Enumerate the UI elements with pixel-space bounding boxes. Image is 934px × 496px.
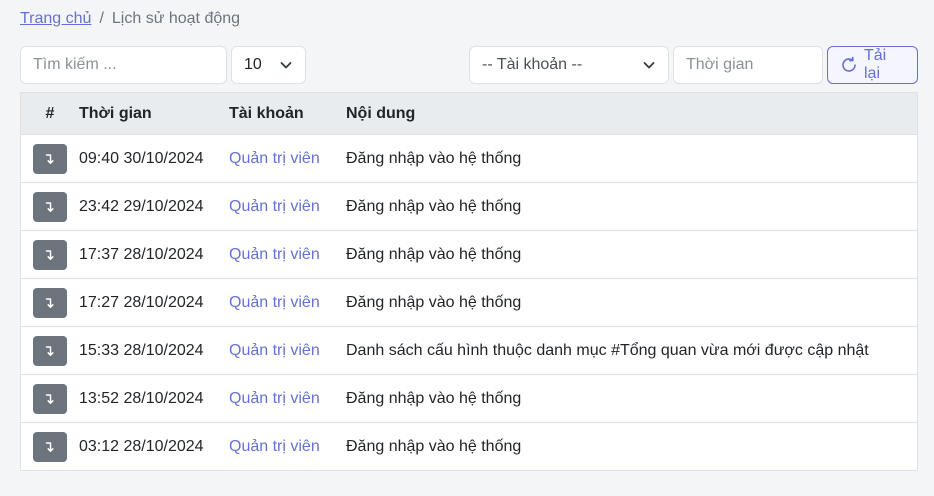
search-input[interactable]: Tìm kiếm ... [20,46,227,84]
activity-history-page: Trang chủ / Lịch sử hoạt động Tìm kiếm .… [0,0,934,496]
breadcrumb-home-link[interactable]: Trang chủ [20,10,91,28]
account-select[interactable]: -- Tài khoản -- [469,46,669,84]
row-action-button[interactable] [33,431,67,462]
row-content: Đăng nhập vào hệ thống [346,197,522,215]
row-account-link[interactable]: Quản trị viên [229,198,320,215]
arrow-turn-down-icon [45,393,54,404]
row-action-button[interactable] [33,287,67,318]
arrow-turn-down-icon [45,441,54,452]
header-content: Nội dung [346,104,416,122]
row-action-button[interactable] [33,335,67,366]
row-content: Đăng nhập vào hệ thống [346,149,522,167]
arrow-turn-down-icon [45,297,54,308]
row-account-link[interactable]: Quản trị viên [229,438,320,455]
page-size-value: 10 [244,56,262,73]
time-filter-placeholder: Thời gian [686,56,754,73]
chevron-down-icon [279,58,293,72]
header-time: Thời gian [79,104,152,122]
header-account: Tài khoản [229,104,304,122]
page-size-select[interactable]: 10 [231,46,306,84]
search-placeholder: Tìm kiếm ... [33,56,117,73]
row-content: Đăng nhập vào hệ thống [346,437,522,455]
breadcrumb-separator: / [99,10,104,27]
account-select-value: -- Tài khoản -- [482,56,583,73]
arrow-turn-down-icon [45,345,54,356]
header-index: # [45,104,55,122]
reload-button[interactable]: Tải lại [827,46,918,84]
arrow-turn-down-icon [45,249,54,260]
time-filter-input[interactable]: Thời gian [673,46,823,84]
reload-label: Tải lại [864,47,887,82]
row-account-link[interactable]: Quản trị viên [229,390,320,407]
row-time: 23:42 29/10/2024 [79,197,204,215]
row-action-button[interactable] [33,383,67,414]
row-account-link[interactable]: Quản trị viên [229,150,320,167]
row-action-button[interactable] [33,143,67,174]
table-row: 13:52 28/10/2024 Quản trị viên Đăng nhập… [21,375,917,423]
table-row: 17:37 28/10/2024 Quản trị viên Đăng nhập… [21,231,917,279]
filter-toolbar: Tìm kiếm ... 10 -- Tài khoản -- Thời gia… [0,46,934,84]
row-time: 03:12 28/10/2024 [79,437,204,455]
row-content: Danh sách cấu hình thuộc danh mục #Tổng … [346,341,869,359]
row-time: 09:40 30/10/2024 [79,149,204,167]
row-time: 13:52 28/10/2024 [79,389,204,407]
table-row: 03:12 28/10/2024 Quản trị viên Đăng nhập… [21,423,917,470]
row-content: Đăng nhập vào hệ thống [346,389,522,407]
table-row: 09:40 30/10/2024 Quản trị viên Đăng nhập… [21,135,917,183]
arrow-turn-down-icon [45,153,54,164]
row-account-link[interactable]: Quản trị viên [229,246,320,263]
row-time: 15:33 28/10/2024 [79,341,204,359]
row-account-link[interactable]: Quản trị viên [229,294,320,311]
row-action-button[interactable] [33,191,67,222]
chevron-down-icon [642,58,656,72]
table-row: 23:42 29/10/2024 Quản trị viên Đăng nhập… [21,183,917,231]
table-header: # Thời gian Tài khoản Nội dung [21,93,917,135]
table-row: 15:33 28/10/2024 Quản trị viên Danh sách… [21,327,917,375]
breadcrumb: Trang chủ / Lịch sử hoạt động [20,8,240,30]
row-time: 17:27 28/10/2024 [79,293,204,311]
breadcrumb-current: Lịch sử hoạt động [111,10,241,27]
activity-table: # Thời gian Tài khoản Nội dung 09:40 30/… [20,92,918,471]
row-content: Đăng nhập vào hệ thống [346,293,522,311]
arrow-turn-down-icon [45,201,54,212]
row-content: Đăng nhập vào hệ thống [346,245,522,263]
table-row: 17:27 28/10/2024 Quản trị viên Đăng nhập… [21,279,917,327]
row-time: 17:37 28/10/2024 [79,245,204,263]
row-action-button[interactable] [33,239,67,270]
row-account-link[interactable]: Quản trị viên [229,342,320,359]
reload-icon [840,56,858,74]
